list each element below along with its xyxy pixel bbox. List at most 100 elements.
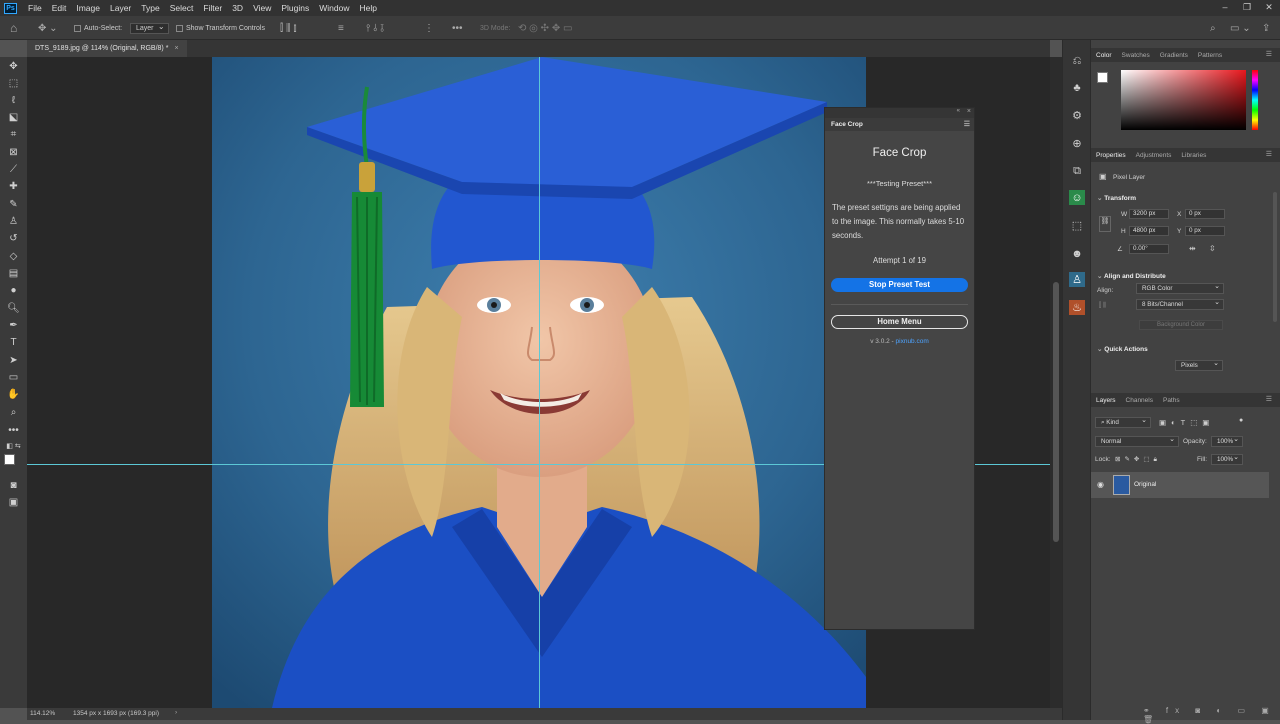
marquee-tool-icon[interactable]: ⬚ [6,76,21,90]
clone-stamp-icon[interactable]: ♙ [6,214,21,228]
dodge-tool-icon[interactable]: 🔍︎ [6,301,21,315]
hand-tool-icon[interactable]: ✋ [6,387,21,401]
tab-paths[interactable]: Paths [1158,397,1185,404]
menu-help[interactable]: Help [354,3,381,13]
y-field[interactable]: 0 px [1185,226,1225,236]
gradient-tool-icon[interactable]: ▤ [6,266,21,280]
x-field[interactable]: 0 px [1185,209,1225,219]
angle-field[interactable]: 0.00° [1129,244,1169,254]
properties-scroll-thumb[interactable] [1273,192,1277,322]
menu-filter[interactable]: Filter [198,3,227,13]
auto-select-target-dropdown[interactable]: Layer [130,22,169,34]
face-crop-tab[interactable]: Face Crop ☰ [825,118,974,131]
vertical-scrollbar[interactable] [1050,57,1062,708]
search-icon[interactable]: ⌕ [1210,20,1216,36]
tab-adjustments[interactable]: Adjustments [1131,152,1177,159]
crop-tool-icon[interactable]: ⌗ [6,127,21,141]
history-panel-icon[interactable]: ⎌ [1069,54,1085,69]
layers-panel-menu-icon[interactable]: ☰ [1261,395,1277,403]
layer-row[interactable]: ◉ Original [1091,472,1269,498]
menu-type[interactable]: Type [136,3,164,13]
move-tool-icon[interactable]: ✥ [6,59,21,73]
lasso-tool-icon[interactable]: ℓ [6,93,21,107]
share-icon[interactable]: ⇪ [1262,20,1270,36]
tab-gradients[interactable]: Gradients [1155,52,1193,59]
path-select-icon[interactable]: ➤ [6,353,21,367]
fire-plugin-icon[interactable]: ♨ [1069,300,1085,315]
fill-field[interactable]: 100% [1211,453,1243,465]
transform-section[interactable]: ⌄ Transform [1097,194,1136,202]
distribute-spacing-icon[interactable]: ⋮ [424,20,434,36]
fg-color-chip[interactable] [1097,72,1108,83]
units-dropdown[interactable]: Pixels [1175,359,1223,371]
face-plugin-icon[interactable]: ☺ [1069,190,1085,205]
layer-kind-filter[interactable]: ⌕ Kind [1095,416,1151,428]
align-distribute-section[interactable]: ⌄ Align and Distribute [1097,272,1166,280]
settings-gear-icon[interactable]: ⚙ [1069,108,1085,123]
auto-select-checkbox[interactable]: Auto-Select: [74,20,122,36]
close-panel-icon[interactable]: × [967,108,971,115]
quick-mask-icon[interactable]: ◙ [6,478,21,492]
person-plugin-icon[interactable]: ♙ [1069,272,1085,287]
tab-patterns[interactable]: Patterns [1193,52,1227,59]
close-icon[interactable]: ✕ [1258,0,1280,16]
collapse-icon[interactable]: « [957,108,960,114]
more-options-icon[interactable]: ••• [452,20,463,36]
menu-image[interactable]: Image [71,3,105,13]
menu-layer[interactable]: Layer [105,3,136,13]
color-panel-menu-icon[interactable]: ☰ [1261,50,1277,58]
close-tab-icon[interactable]: × [174,45,178,52]
link-dimensions-icon[interactable]: ⛓ [1099,216,1111,232]
workspace-icon[interactable]: ▭ ⌄ [1230,20,1251,36]
zoom-tool-icon[interactable]: ⌕ [6,405,21,419]
more-tools-icon[interactable]: ••• [6,423,21,437]
layer-footer-icons[interactable]: ⚭ fx ◙ ◐ ▭ ▣ 🗑︎ [1143,706,1280,724]
lock-icons[interactable]: ⊠✎✥⬚🔒︎ [1115,455,1161,464]
blur-tool-icon[interactable]: ● [6,283,21,297]
flip-vertical-icon[interactable]: ⇳ [1209,244,1216,253]
document-info[interactable]: 1354 px x 1693 px (169.3 ppi) [73,710,159,717]
minimize-icon[interactable]: – [1214,0,1236,16]
eyedropper-tool-icon[interactable]: ⟋ [6,162,21,176]
menu-view[interactable]: View [248,3,276,13]
blend-mode-dropdown[interactable]: Normal [1095,435,1179,447]
pixnub-link[interactable]: pixnub.com [896,338,929,345]
panel-menu-icon[interactable]: ☰ [964,120,970,128]
opacity-field[interactable]: 100% [1211,435,1243,447]
tab-layers[interactable]: Layers [1091,397,1121,404]
document-tab[interactable]: DTS_9189.jpg @ 114% (Original, RGB/8) * … [27,40,187,57]
scrollbar-thumb[interactable] [1053,282,1059,542]
tab-color[interactable]: Color [1091,52,1117,59]
tab-properties[interactable]: Properties [1091,152,1131,159]
filter-toggle-icon[interactable]: ● [1239,417,1243,424]
history-brush-icon[interactable]: ↺ [6,231,21,245]
object-select-tool-icon[interactable]: ⬕ [6,110,21,124]
healing-brush-icon[interactable]: ✚ [6,179,21,193]
rectangle-tool-icon[interactable]: ▭ [6,370,21,384]
color-mode-dropdown[interactable]: RGB Color [1136,282,1224,294]
screen-mode-icon[interactable]: ▣ [6,495,21,509]
menu-plugins[interactable]: Plugins [276,3,314,13]
distribute-icons[interactable]: ⫯ ⫰ ⫱ [366,20,384,36]
frame-tool-icon[interactable]: ⊠ [6,145,21,159]
show-transform-checkbox[interactable]: Show Transform Controls [176,20,265,36]
globe-panel-icon[interactable]: ⊕ [1069,136,1085,151]
menu-3d[interactable]: 3D [227,3,248,13]
status-menu-chevron-icon[interactable]: › [175,709,177,716]
menu-file[interactable]: File [23,3,47,13]
tab-libraries[interactable]: Libraries [1176,152,1211,159]
foreground-color-swatch[interactable] [4,454,15,465]
default-colors-icon[interactable]: ◧ ⇆ [6,439,21,453]
home-menu-button[interactable]: Home Menu [831,315,968,329]
align-icons[interactable]: ⫿ ⫼ ⫾ [280,20,297,36]
home-icon[interactable]: ⌂ [10,20,17,36]
brush-tool-icon[interactable]: ✎ [6,197,21,211]
portrait-plugin-icon[interactable]: ☻ [1069,246,1085,261]
menu-edit[interactable]: Edit [47,3,72,13]
align-center-icon[interactable]: ≡ [338,20,344,36]
type-tool-icon[interactable]: T [6,335,21,349]
menu-window[interactable]: Window [314,3,354,13]
tab-swatches[interactable]: Swatches [1117,52,1155,59]
bit-depth-dropdown[interactable]: 8 Bits/Channel [1136,298,1224,310]
width-field[interactable]: 3200 px [1129,209,1169,219]
